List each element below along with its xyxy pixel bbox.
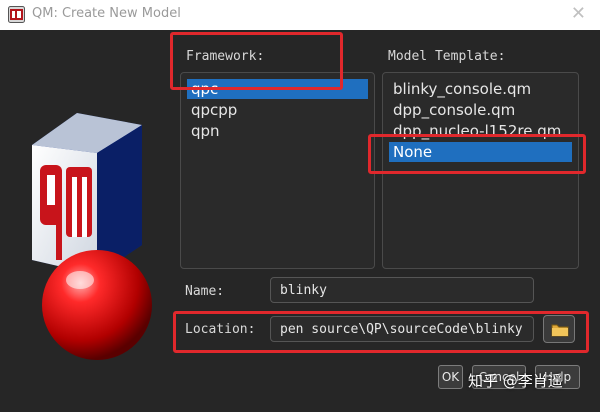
title-bar: QM: Create New Model ✕	[0, 0, 600, 30]
list-item-dpp-console[interactable]: dpp_console.qm	[389, 100, 572, 120]
watermark: 知乎 @李肖遥	[468, 372, 563, 390]
close-icon[interactable]: ✕	[571, 3, 586, 24]
list-item-qpn[interactable]: qpn	[187, 121, 368, 141]
dialog-body: Framework: qpc qpcpp qpn Model Template:…	[0, 30, 600, 412]
qm-app-icon	[8, 6, 25, 23]
name-label: Name:	[185, 284, 225, 299]
ok-button[interactable]: OK	[438, 365, 463, 389]
window-title: QM: Create New Model	[32, 6, 181, 21]
name-field[interactable]: blinky	[270, 277, 534, 303]
highlight-template-none	[368, 134, 586, 174]
list-item-blinky-console[interactable]: blinky_console.qm	[389, 79, 572, 99]
list-item-qpcpp[interactable]: qpcpp	[187, 100, 368, 120]
template-label: Model Template:	[388, 49, 506, 64]
highlight-location	[173, 311, 589, 353]
framework-list[interactable]: qpc qpcpp qpn	[180, 72, 375, 269]
qm-logo	[32, 113, 152, 360]
highlight-framework	[170, 32, 343, 90]
